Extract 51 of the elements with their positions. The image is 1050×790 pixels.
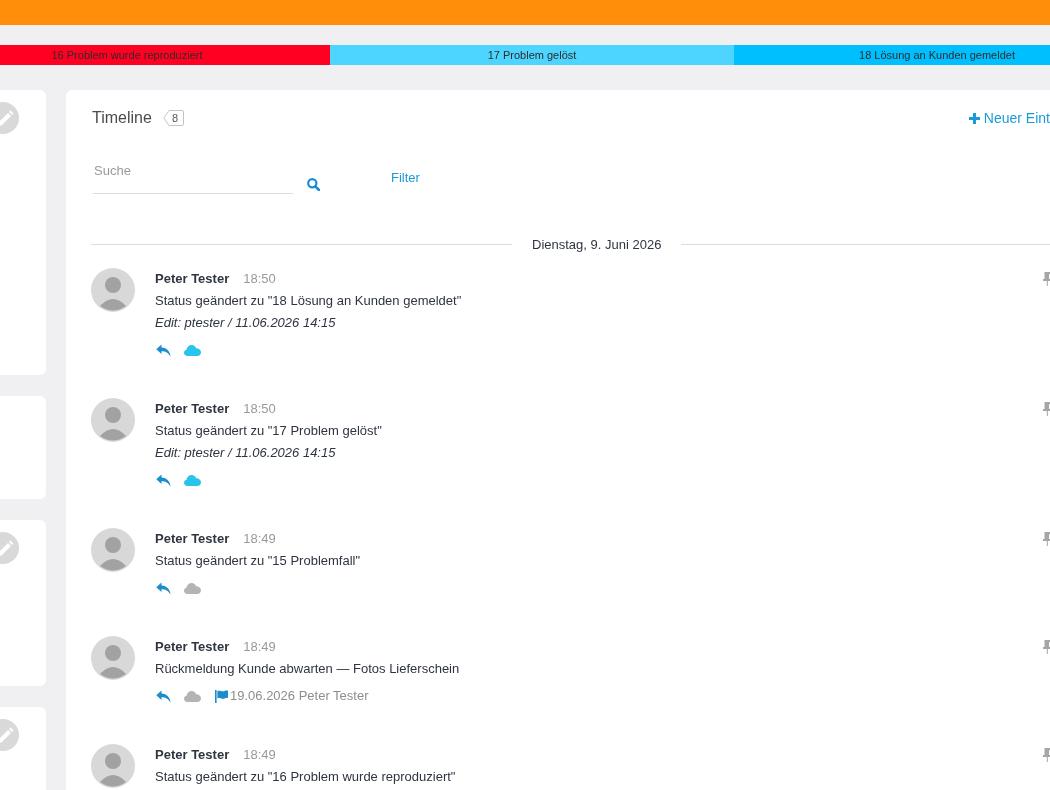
reply-icon[interactable] [156,343,171,357]
new-entry-link[interactable]: Neuer Eint [968,110,1050,126]
avatar-icon [91,268,135,312]
flag-icon [215,689,228,703]
status-step: 18 Lösung an Kunden gemeldet [734,45,1050,65]
plus-icon [968,112,980,124]
entry-time: 18:49 [243,746,276,764]
edit-note: Edit: ptester / 11.06.2026 14:15 [155,444,337,462]
reply-icon[interactable] [156,689,171,703]
edit-note: Edit: ptester / 11.06.2026 14:15 [155,314,337,332]
avatar-icon [91,398,135,442]
entry-text: Rückmeldung Kunde abwarten — Fotos Lieferschein [155,660,461,678]
search-icon[interactable] [307,178,320,191]
pencil-icon[interactable] [0,719,19,751]
author-name: Peter Tester [155,530,230,548]
date-separator-label: Dienstag, 9. Juni 2026 [531,236,663,252]
entry-count-badge: 8 [162,110,184,126]
avatar-icon [91,744,135,788]
entry-text: Status geändert zu "15 Problemfall" [155,552,362,570]
cloud-icon[interactable] [184,474,201,486]
timeline-title: Timeline [92,109,152,127]
search-field[interactable]: Suche [93,160,293,194]
author-name: Peter Tester [155,746,230,764]
pin-icon[interactable] [1043,640,1050,654]
author-name: Peter Tester [155,270,230,288]
pencil-icon[interactable] [0,532,19,564]
cloud-icon[interactable] [184,344,201,356]
author-name: Peter Tester [155,638,230,656]
avatar-icon [91,636,135,680]
reply-icon[interactable] [156,581,171,595]
cloud-icon[interactable] [184,690,201,702]
entry-text: Status geändert zu "17 Problem gelöst" [155,422,383,440]
pin-icon[interactable] [1043,748,1050,762]
author-name: Peter Tester [155,400,230,418]
pin-icon[interactable] [1043,272,1050,286]
entry-time: 18:50 [243,270,276,288]
entry-time: 18:50 [243,400,276,418]
pencil-icon[interactable] [0,102,19,134]
pin-icon[interactable] [1043,532,1050,546]
status-step: 17 Problem gelöst [330,45,734,65]
status-step: 16 Problem wurde reproduziert [0,45,330,65]
avatar-icon [91,528,135,572]
entry-time: 18:49 [243,638,276,656]
entry-time: 18:49 [243,530,276,548]
entry-text: Status geändert zu "18 Lösung an Kunden gemeldet" [155,292,463,310]
pin-icon[interactable] [1043,402,1050,416]
filter-link[interactable]: Filter [391,169,420,185]
cloud-icon[interactable] [184,582,201,594]
reply-icon[interactable] [156,473,171,487]
entry-text: Status geändert zu "16 Problem wurde reproduziert" [155,768,457,786]
follow-up-label: 19.06.2026 Peter Tester [230,687,369,705]
